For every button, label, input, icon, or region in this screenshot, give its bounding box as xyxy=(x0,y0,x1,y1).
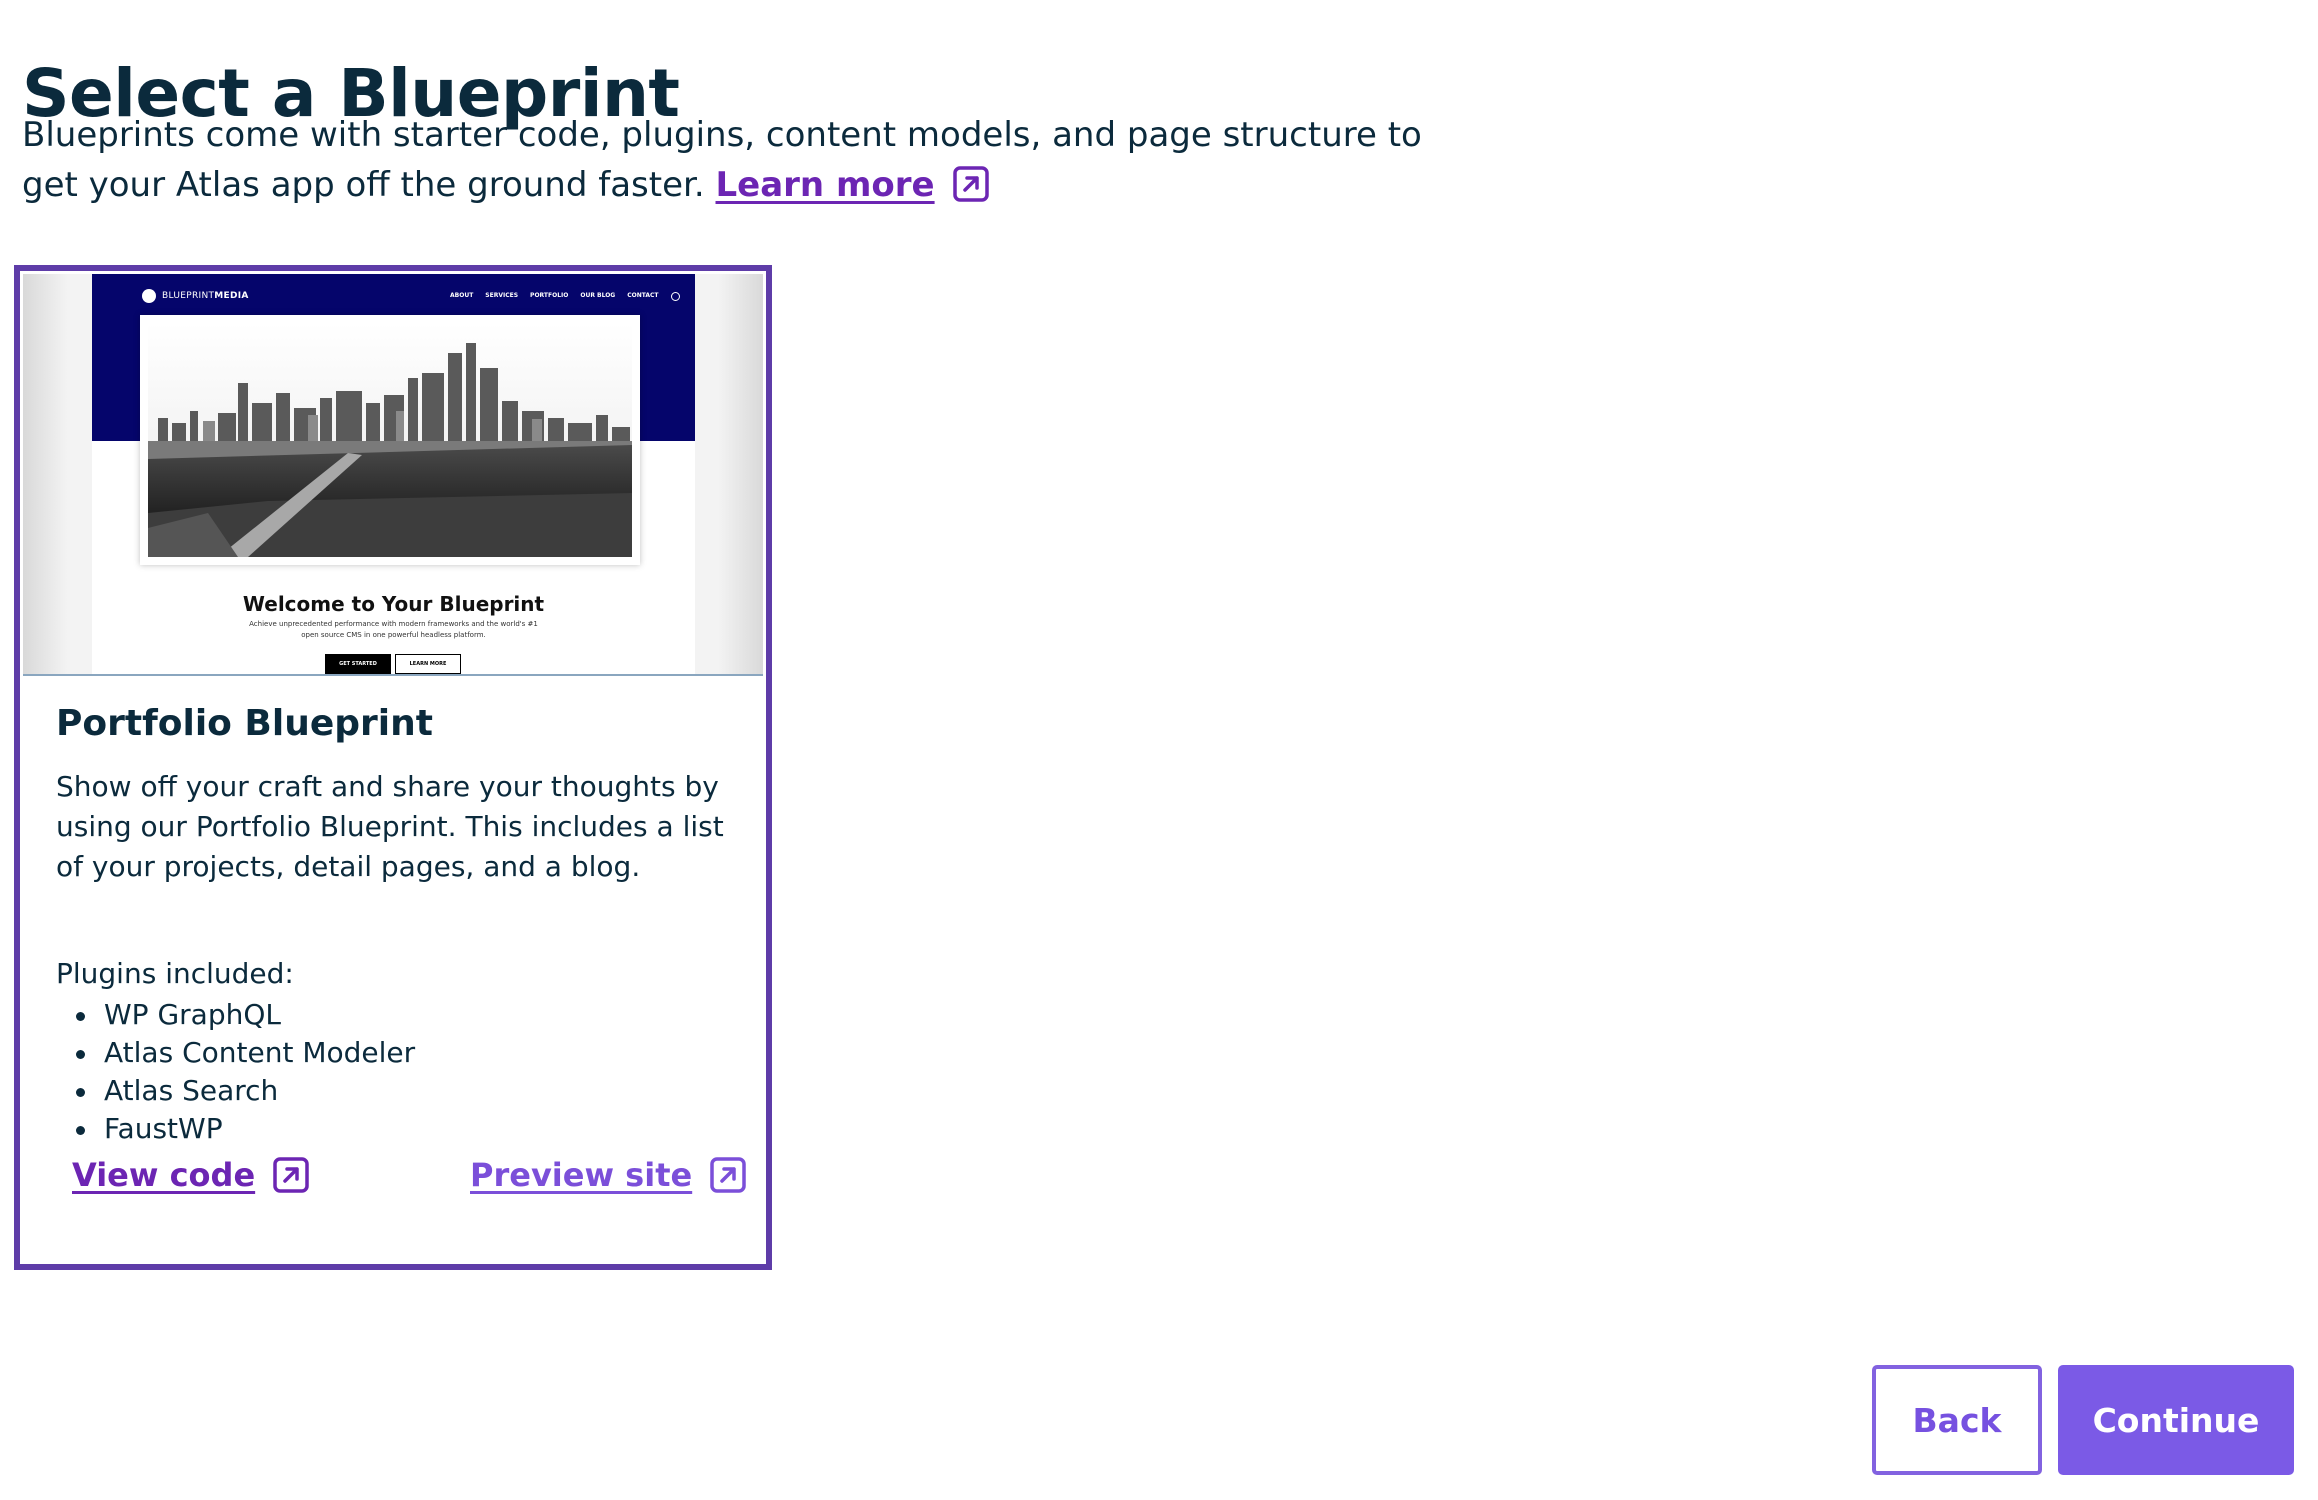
blueprint-card-title: Portfolio Blueprint xyxy=(56,703,433,744)
learn-more-label: Learn more xyxy=(715,165,935,205)
plugin-item: WP GraphQL xyxy=(56,996,415,1034)
city-skyline-image xyxy=(148,323,632,557)
preview-nav-item: PORTFOLIO xyxy=(530,292,569,299)
preview-nav-item: CONTACT xyxy=(627,292,659,299)
preview-learn-more-button: LEARN MORE xyxy=(395,654,461,674)
preview-logo-bold: MEDIA xyxy=(214,291,249,301)
continue-button[interactable]: Continue xyxy=(2058,1365,2294,1475)
preview-search-icon xyxy=(670,292,680,301)
logo-pin-icon xyxy=(142,289,156,303)
preview-nav-item: OUR BLOG xyxy=(580,292,616,299)
preview-logo-light: BLUEPRINT xyxy=(162,291,215,301)
preview-nav: ABOUT SERVICES PORTFOLIO OUR BLOG CONTAC… xyxy=(450,292,680,301)
preview-logo: BLUEPRINTMEDIA xyxy=(142,289,249,303)
blueprint-card-description: Show off your craft and share your thoug… xyxy=(56,770,724,883)
view-code-link[interactable]: View code xyxy=(72,1156,255,1194)
plugins-label: Plugins included: xyxy=(56,957,294,990)
blueprint-selection-page: Select a Blueprint Blueprints come with … xyxy=(0,0,2318,1500)
preview-hero-image-frame xyxy=(140,315,640,565)
plugin-item: Atlas Search xyxy=(56,1072,415,1110)
view-code-link-group: View code xyxy=(72,1156,309,1194)
preview-subtext: Achieve unprecedented performance with m… xyxy=(249,620,538,639)
plugin-item: Atlas Content Modeler xyxy=(56,1034,415,1072)
blueprint-card-portfolio[interactable]: BLUEPRINTMEDIA ABOUT SERVICES PORTFOLIO … xyxy=(14,265,772,1270)
preview-site-link-group: Preview site xyxy=(470,1156,746,1194)
external-link-icon[interactable] xyxy=(273,1157,309,1193)
preview-site-mockup: BLUEPRINTMEDIA ABOUT SERVICES PORTFOLIO … xyxy=(92,274,695,674)
external-link-icon[interactable] xyxy=(952,166,989,202)
page-description: Blueprints come with starter code, plugi… xyxy=(22,110,1442,210)
back-button[interactable]: Back xyxy=(1872,1365,2042,1475)
learn-more-link[interactable]: Learn more xyxy=(716,165,935,205)
preview-nav-item: SERVICES xyxy=(485,292,519,299)
external-link-icon[interactable] xyxy=(710,1157,746,1193)
preview-heading: Welcome to Your Blueprint xyxy=(242,592,545,616)
blueprint-preview-thumbnail: BLUEPRINTMEDIA ABOUT SERVICES PORTFOLIO … xyxy=(23,274,763,676)
preview-nav-item: ABOUT xyxy=(450,292,474,299)
plugins-list: WP GraphQL Atlas Content Modeler Atlas S… xyxy=(56,996,415,1148)
plugin-item: FaustWP xyxy=(56,1110,415,1148)
preview-get-started-button: GET STARTED xyxy=(325,654,391,674)
preview-site-link[interactable]: Preview site xyxy=(470,1156,692,1194)
